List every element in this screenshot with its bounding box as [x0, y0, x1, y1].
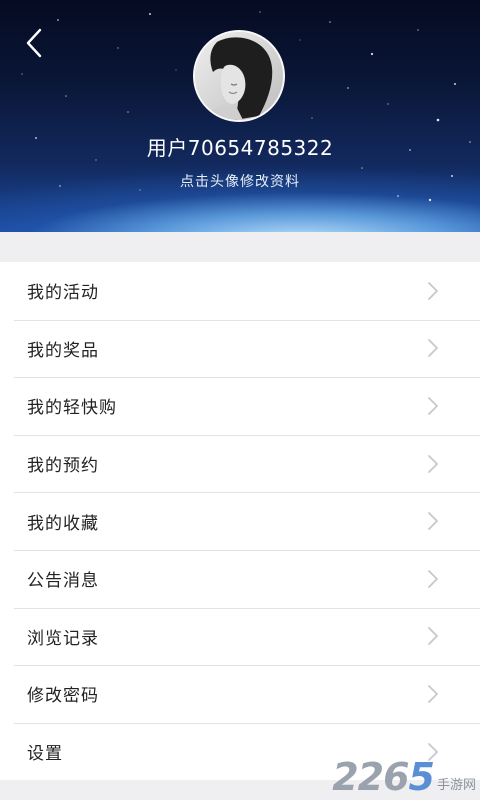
chevron-right-icon: [428, 627, 438, 646]
chevron-right-icon: [428, 512, 438, 531]
menu-item-my-quick-buy[interactable]: 我的轻快购: [0, 377, 480, 435]
menu-item-announcements[interactable]: 公告消息: [0, 549, 480, 608]
menu-item-change-password[interactable]: 修改密码: [0, 665, 480, 723]
menu-item-my-prizes[interactable]: 我的奖品: [0, 319, 480, 378]
menu-item-my-favorites[interactable]: 我的收藏: [0, 492, 480, 550]
menu-item-my-reservations[interactable]: 我的预约: [0, 434, 480, 493]
user-avatar-photo: [195, 32, 283, 120]
menu-item-label: 我的收藏: [27, 513, 99, 534]
chevron-left-icon: [26, 28, 42, 58]
chevron-right-icon: [428, 742, 438, 761]
menu-item-label: 公告消息: [27, 571, 99, 592]
back-button[interactable]: [18, 26, 54, 62]
avatar[interactable]: [193, 30, 285, 122]
menu-item-my-activities[interactable]: 我的活动: [0, 262, 480, 320]
menu-item-label: 设置: [27, 744, 63, 765]
menu-item-settings[interactable]: 设置: [0, 722, 480, 781]
chevron-right-icon: [428, 454, 438, 473]
menu-item-label: 我的奖品: [27, 340, 99, 361]
menu-item-label: 修改密码: [27, 686, 99, 707]
chevron-right-icon: [428, 339, 438, 358]
profile-menu: 我的活动 我的奖品 我的轻快购 我的预约 我的收藏 公告消息 浏览记录 修改密码…: [0, 262, 480, 781]
chevron-right-icon: [428, 281, 438, 300]
menu-item-label: 我的预约: [27, 456, 99, 477]
chevron-right-icon: [428, 569, 438, 588]
menu-item-label: 我的轻快购: [27, 398, 117, 419]
chevron-right-icon: [428, 685, 438, 703]
profile-header: 用户70654785322 点击头像修改资料: [0, 0, 480, 232]
edit-profile-hint[interactable]: 点击头像修改资料: [0, 171, 480, 191]
profile-page: 用户70654785322 点击头像修改资料 我的活动 我的奖品 我的轻快购 我…: [0, 0, 480, 800]
menu-item-label: 我的活动: [27, 283, 99, 304]
username: 用户70654785322: [146, 136, 334, 160]
menu-item-browsing-history[interactable]: 浏览记录: [0, 607, 480, 666]
chevron-right-icon: [428, 397, 438, 415]
menu-item-label: 浏览记录: [27, 628, 99, 649]
